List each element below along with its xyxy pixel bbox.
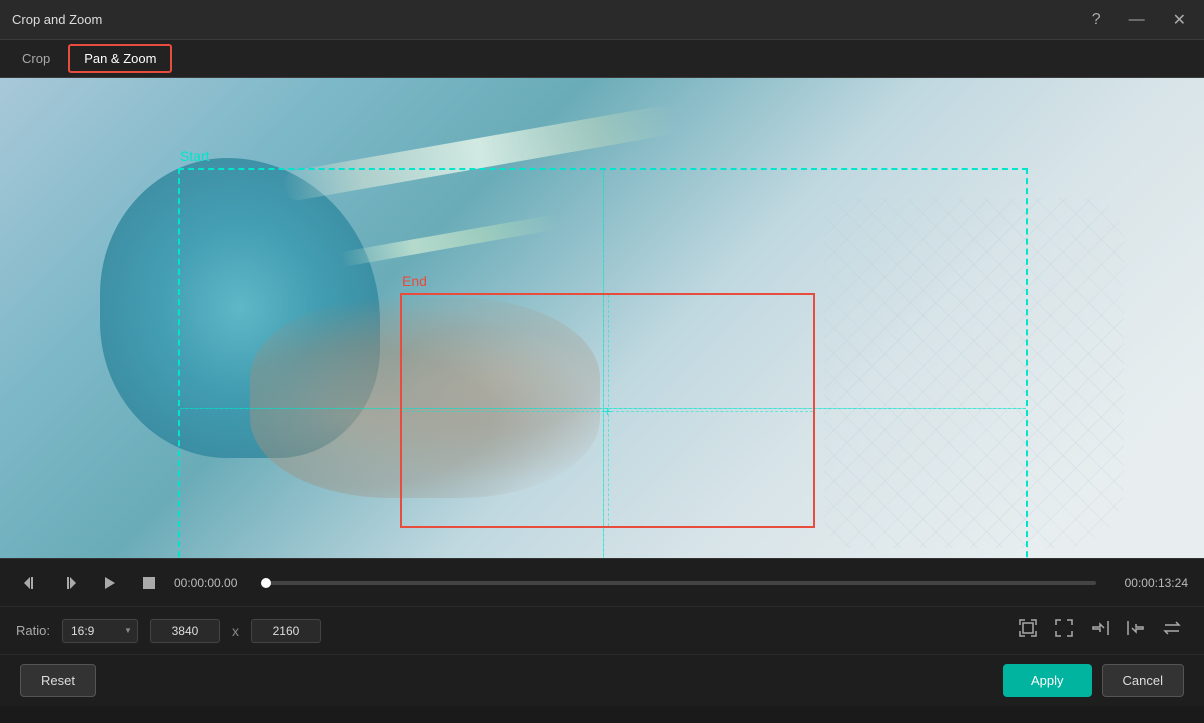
title-bar-controls: ? — ✕	[1086, 8, 1192, 32]
dimension-separator: x	[232, 623, 239, 639]
reset-button[interactable]: Reset	[20, 664, 96, 697]
ratio-select[interactable]: 16:9 4:3 1:1 9:16 Custom	[62, 619, 138, 643]
bubbles-decoration	[250, 298, 600, 498]
mesh-pattern-decoration	[824, 198, 1124, 548]
tab-bar: Crop Pan & Zoom	[0, 40, 1204, 78]
controls-bar: 00:00:00.00 00:00:13:24	[0, 558, 1204, 606]
title-bar: Crop and Zoom ? — ✕	[0, 0, 1204, 40]
help-button[interactable]: ?	[1086, 9, 1107, 31]
align-left-button[interactable]	[1120, 614, 1152, 647]
ratio-wrapper: 16:9 4:3 1:1 9:16 Custom	[62, 619, 138, 643]
settings-bar: Ratio: 16:9 4:3 1:1 9:16 Custom x	[0, 606, 1204, 654]
prev-frame-button[interactable]	[16, 571, 44, 595]
current-time: 00:00:00.00	[174, 576, 254, 590]
minimize-button[interactable]: —	[1123, 9, 1151, 31]
footer-bar: Reset Apply Cancel	[0, 654, 1204, 706]
window-title: Crop and Zoom	[12, 12, 102, 27]
next-frame-button[interactable]	[56, 571, 84, 595]
title-bar-left: Crop and Zoom	[12, 12, 102, 27]
height-input[interactable]	[251, 619, 321, 643]
total-time: 00:00:13:24	[1108, 576, 1188, 590]
footer-right: Apply Cancel	[1003, 664, 1184, 697]
ratio-label: Ratio:	[16, 623, 50, 638]
apply-button[interactable]: Apply	[1003, 664, 1092, 697]
close-button[interactable]: ✕	[1167, 8, 1192, 32]
progress-knob[interactable]	[261, 578, 271, 588]
play-button[interactable]	[96, 571, 124, 595]
tab-pan-zoom[interactable]: Pan & Zoom	[68, 44, 172, 73]
swap-button[interactable]	[1156, 614, 1188, 647]
fit-to-frame-button[interactable]	[1012, 614, 1044, 647]
video-area: Start End +	[0, 78, 1204, 558]
align-right-button[interactable]	[1084, 614, 1116, 647]
fullscreen-button[interactable]	[1048, 614, 1080, 647]
cancel-button[interactable]: Cancel	[1102, 664, 1184, 697]
width-input[interactable]	[150, 619, 220, 643]
icon-button-group	[1012, 614, 1188, 647]
progress-bar[interactable]	[266, 581, 1096, 585]
stop-button[interactable]	[136, 572, 162, 594]
tab-crop[interactable]: Crop	[8, 46, 64, 71]
